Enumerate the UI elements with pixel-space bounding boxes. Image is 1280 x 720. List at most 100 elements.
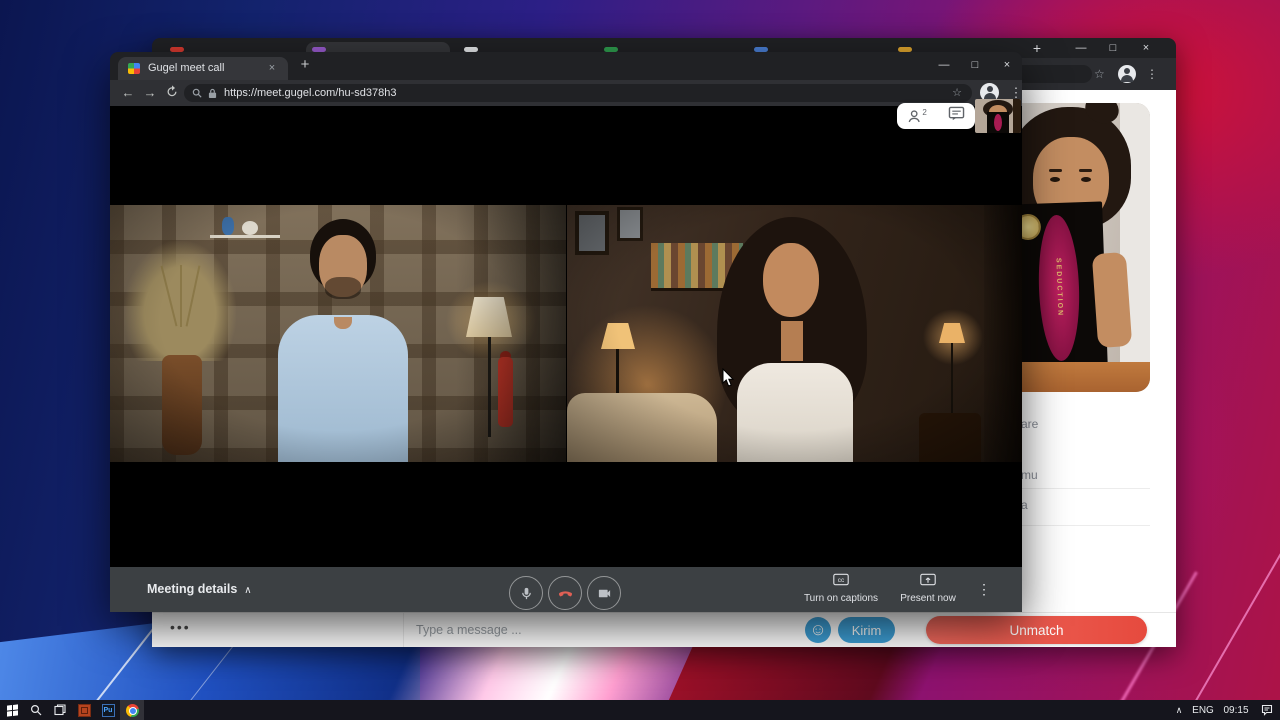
- tray-chevron-icon[interactable]: ∧: [1170, 705, 1188, 716]
- participants-button[interactable]: 2: [907, 107, 927, 124]
- book-oval: SEDUCTION: [1036, 214, 1082, 362]
- self-shadow: [1013, 99, 1021, 133]
- participant-video-man: [110, 205, 566, 462]
- address-bar[interactable]: https://meet.gugel.com/hu-sd378h3 ☆: [184, 84, 972, 102]
- more-options-dots[interactable]: •••: [170, 619, 191, 635]
- camera-icon: [598, 589, 610, 597]
- woman-hand: [1091, 251, 1133, 349]
- taskbar-app-pu[interactable]: Pu: [96, 700, 120, 720]
- unmatch-button[interactable]: Unmatch: [926, 616, 1147, 644]
- seduction-book: SEDUCTION: [1008, 201, 1108, 375]
- present-now-button[interactable]: Present now: [883, 573, 973, 604]
- new-tab-button[interactable]: +: [294, 54, 316, 76]
- list-item[interactable]: are: [1021, 417, 1151, 431]
- browser-toolbar: ← → https://meet.gugel.com/hu-sd378h3 ☆ …: [110, 80, 1023, 106]
- close-button[interactable]: ×: [1135, 39, 1157, 57]
- bookmark-star-icon[interactable]: ☆: [1094, 66, 1105, 82]
- chat-icon: [948, 106, 964, 121]
- mouse-cursor: [722, 367, 736, 393]
- list-divider: [1005, 525, 1150, 526]
- list-item[interactable]: a: [1021, 498, 1151, 512]
- send-button[interactable]: Kirim: [838, 617, 895, 643]
- search-icon: [192, 88, 202, 98]
- pu-app-icon: Pu: [101, 703, 115, 717]
- notification-icon: [1261, 704, 1273, 716]
- task-view-icon: [54, 704, 66, 716]
- woman-eyebrow: [1079, 169, 1092, 172]
- mute-microphone-button[interactable]: [509, 576, 543, 610]
- url-text: https://meet.gugel.com/hu-sd378h3: [224, 87, 397, 99]
- clock[interactable]: 09:15: [1218, 705, 1254, 716]
- search-button[interactable]: [24, 700, 48, 720]
- tab-title: Gugel meet call: [148, 62, 225, 74]
- close-button[interactable]: ×: [995, 56, 1019, 74]
- hang-up-icon: [558, 590, 572, 596]
- meeting-details-label: Meeting details: [147, 582, 238, 596]
- back-icon[interactable]: ←: [118, 82, 138, 104]
- camera-button[interactable]: [587, 576, 621, 610]
- minimize-button[interactable]: —: [932, 56, 956, 74]
- vignette: [567, 205, 1022, 462]
- microphone-icon: [521, 587, 531, 599]
- present-icon: [920, 573, 936, 586]
- meeting-details-button[interactable]: Meeting details ∧: [147, 567, 252, 612]
- taskbar-app-orange[interactable]: [72, 700, 96, 720]
- chrome-icon: [125, 703, 139, 717]
- tab-strip: Gugel meet call × + — □ ×: [110, 52, 1022, 80]
- forward-icon[interactable]: →: [140, 82, 160, 104]
- windows-logo-icon: [6, 703, 18, 717]
- meet-top-toolbar: 2: [897, 103, 975, 129]
- present-label: Present now: [900, 593, 956, 604]
- lock-icon: [208, 88, 217, 98]
- language-indicator[interactable]: ENG: [1188, 705, 1218, 716]
- chat-button[interactable]: [948, 106, 965, 126]
- captions-icon: cc: [833, 573, 849, 586]
- photo-couch: [1005, 362, 1150, 392]
- book-title: SEDUCTION: [1054, 258, 1064, 318]
- minimize-button[interactable]: —: [1070, 39, 1092, 57]
- match-photo-card[interactable]: SEDUCTION: [1005, 103, 1150, 392]
- start-button[interactable]: [0, 700, 24, 720]
- more-options-icon[interactable]: ⋮: [974, 567, 994, 612]
- system-tray: ∧ ENG 09:15: [1170, 704, 1280, 716]
- meet-favicon-icon: [128, 63, 140, 74]
- captions-button[interactable]: cc Turn on captions: [796, 573, 886, 604]
- tab-gugel-meet-call[interactable]: Gugel meet call ×: [118, 57, 288, 80]
- list-item[interactable]: mu: [1021, 468, 1151, 482]
- message-input[interactable]: [414, 618, 744, 642]
- meet-stage: [110, 106, 1022, 567]
- woman-eye: [1081, 177, 1091, 182]
- self-book-oval: [994, 114, 1002, 131]
- emoji-button[interactable]: ☺: [805, 617, 831, 643]
- action-center-button[interactable]: [1254, 704, 1280, 716]
- tab-close-icon[interactable]: ×: [264, 57, 280, 80]
- meet-bottom-bar: Meeting details ∧ cc Turn on captions Pre…: [110, 567, 1022, 612]
- maximize-button[interactable]: □: [1102, 39, 1124, 57]
- vignette: [110, 205, 566, 462]
- woman-eye: [1050, 177, 1060, 182]
- chevron-up-icon: ∧: [244, 585, 252, 596]
- maximize-button[interactable]: □: [963, 56, 987, 74]
- bookmark-star-icon[interactable]: ☆: [952, 84, 962, 102]
- desktop: + — □ × ☆ ⋮ SEDUCTION are mu a ••• Type …: [0, 0, 1280, 720]
- profile-avatar[interactable]: [1118, 65, 1136, 83]
- self-view-thumbnail[interactable]: [975, 99, 1021, 133]
- meet-browser-window: Gugel meet call × + — □ × ← → https://me…: [110, 52, 1023, 612]
- taskbar: Pu ∧ ENG 09:15: [0, 700, 1280, 720]
- woman-eyebrow: [1049, 169, 1062, 172]
- new-tab-button[interactable]: +: [1026, 39, 1048, 57]
- taskbar-chrome-active[interactable]: [120, 700, 144, 720]
- hang-up-button[interactable]: [548, 576, 582, 610]
- participants-count: 2: [922, 107, 927, 117]
- divider: [403, 613, 404, 647]
- participant-video-woman: [567, 205, 1022, 462]
- search-icon: [30, 704, 42, 716]
- reload-icon[interactable]: [162, 82, 182, 104]
- captions-label: Turn on captions: [803, 593, 879, 604]
- list-divider: [1005, 488, 1150, 489]
- orange-app-icon: [77, 703, 91, 717]
- chat-input-bar: ••• ☺ Kirim Unmatch: [152, 612, 1176, 647]
- svg-text:cc: cc: [838, 577, 845, 584]
- task-view-button[interactable]: [48, 700, 72, 720]
- browser-menu-icon[interactable]: ⋮: [1146, 65, 1158, 83]
